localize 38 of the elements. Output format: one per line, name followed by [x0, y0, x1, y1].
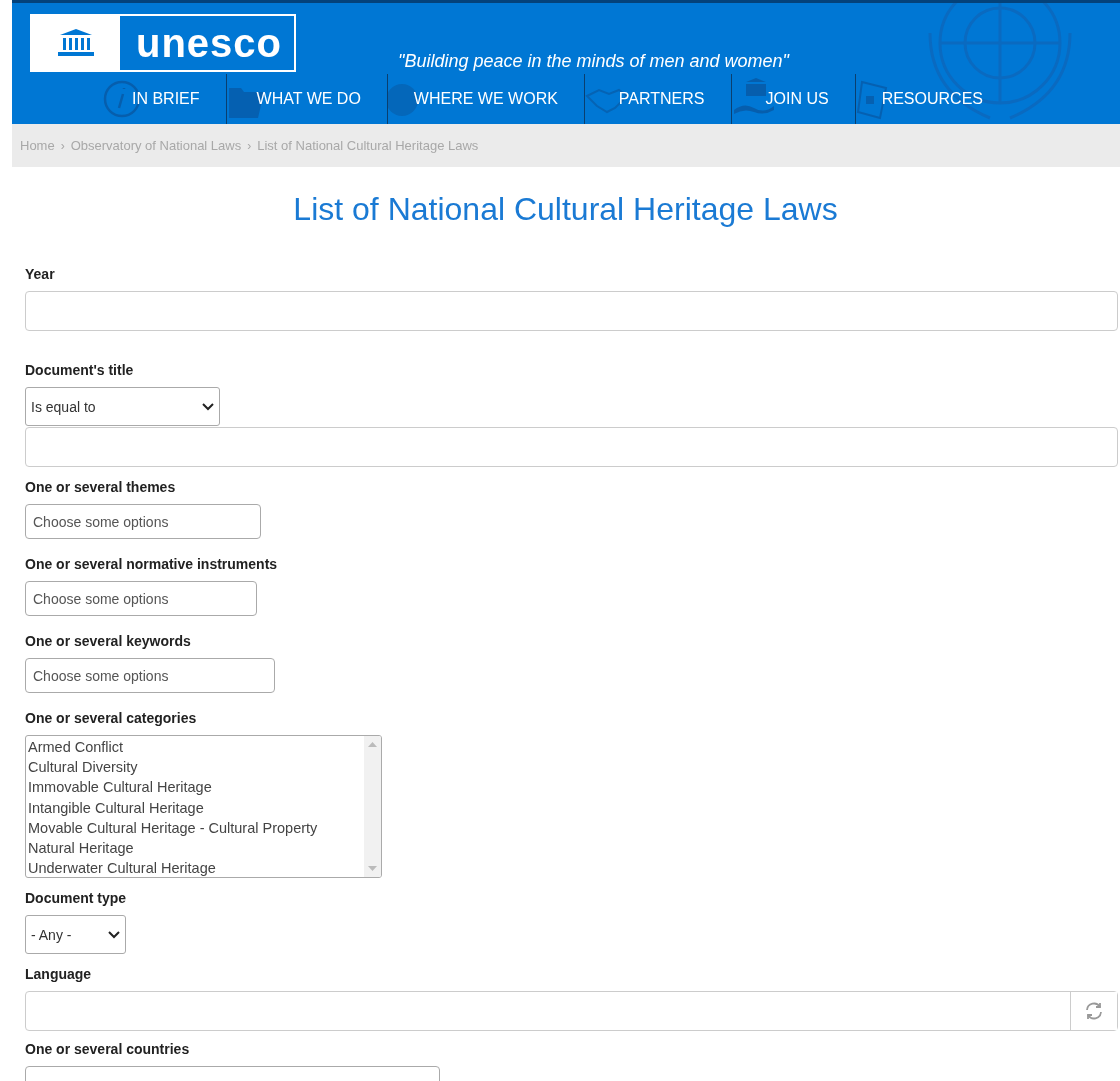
temple-icon	[56, 28, 96, 58]
field-label: Year	[25, 266, 56, 282]
scroll-up-icon	[368, 742, 377, 747]
list-option[interactable]: Armed Conflict	[28, 737, 362, 758]
field-label: One or several themes	[25, 479, 177, 495]
nav-link[interactable]: IN BRIEF	[102, 74, 226, 124]
list-option[interactable]: Intangible Cultural Heritage	[28, 797, 362, 818]
multiselect-field[interactable]: Choose some options	[25, 658, 275, 693]
breadcrumb-separator: ›	[60, 138, 65, 153]
unesco-logo[interactable]: unesco	[30, 14, 297, 72]
multiselect-field[interactable]: Choose some options	[25, 504, 261, 539]
select-field[interactable]: - Any -	[25, 915, 126, 954]
text-field[interactable]	[25, 291, 1118, 331]
scroll-down-icon	[368, 866, 377, 871]
field-label: Document's title	[25, 362, 135, 378]
list-option[interactable]: Natural Heritage	[28, 838, 362, 859]
multiselect-field[interactable]: Choose some options	[25, 581, 257, 616]
list-option[interactable]: Cultural Diversity	[28, 757, 362, 778]
text-field[interactable]	[25, 427, 1118, 467]
breadcrumb-separator: ›	[247, 138, 252, 153]
field-label: One or several keywords	[25, 633, 192, 649]
field-label: One or several categories	[25, 710, 198, 726]
field-label: Document type	[25, 890, 128, 906]
field-label: One or several normative instruments	[25, 556, 279, 572]
caret-icon	[202, 402, 214, 411]
listbox[interactable]: Armed Conflict Cultural Diversity Immovable Cultural Heritage Intangible Cultural Heritage Movable Cultural Heritage - Cultural Property Natural Heritage Underwater Cultural Heritage	[25, 735, 382, 878]
list-option[interactable]: Underwater Cultural Heritage	[28, 858, 362, 877]
tagline: "Building peace in the minds of men and women"	[398, 51, 789, 72]
caret-icon	[108, 930, 120, 939]
list-option[interactable]: Immovable Cultural Heritage	[28, 777, 362, 798]
field-label: One or several countries	[25, 1041, 191, 1057]
list-option[interactable]: Movable Cultural Heritage - Cultural Property	[28, 817, 362, 838]
field-label: Language	[25, 966, 93, 982]
refresh-icon	[1084, 1001, 1104, 1021]
autocomplete-field[interactable]	[25, 991, 1118, 1031]
page-title: List of National Cultural Heritage Laws	[292, 191, 839, 228]
scrollbar[interactable]	[364, 736, 381, 877]
select-field[interactable]: Is equal to	[25, 387, 220, 426]
